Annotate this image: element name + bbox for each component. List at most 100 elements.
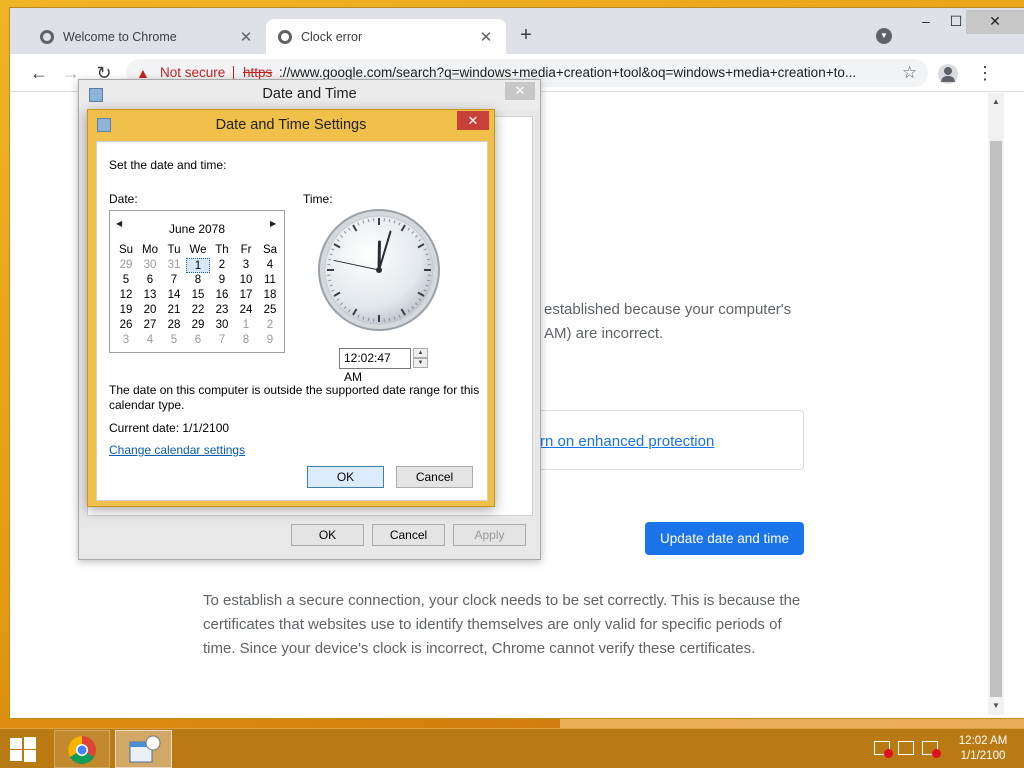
calendar-day[interactable]: 10 bbox=[234, 273, 258, 288]
change-calendar-settings-link[interactable]: Change calendar settings bbox=[109, 443, 245, 457]
taskbar-time: 12:02 AM bbox=[958, 735, 1008, 747]
calendar-day[interactable]: 12 bbox=[114, 288, 138, 303]
calendar-day[interactable]: 13 bbox=[138, 288, 162, 303]
cancel-button[interactable]: Cancel bbox=[396, 466, 473, 488]
update-date-time-button[interactable]: Update date and time bbox=[645, 522, 804, 555]
close-tab-icon[interactable]: ✕ bbox=[238, 28, 254, 46]
ok-button[interactable]: OK bbox=[307, 466, 384, 488]
calendar-day[interactable]: 29 bbox=[186, 318, 210, 333]
taskbar-clock[interactable]: 12:02 AM 1/1/2100 bbox=[948, 734, 1018, 764]
tab-clock-error[interactable]: Clock error ✕ bbox=[266, 19, 506, 54]
calendar-day[interactable]: 14 bbox=[162, 288, 186, 303]
month-calendar[interactable]: ◀ June 2078 ▶ Su Mo Tu We Th Fr Sa 29 30 31 1 2 3 4 5 6… bbox=[109, 210, 285, 353]
time-input[interactable]: 12:02:47 AM bbox=[339, 348, 411, 384]
calendar-day[interactable]: 5 bbox=[114, 273, 138, 288]
taskbar-chrome-button[interactable] bbox=[54, 730, 110, 768]
calendar-day[interactable]: 28 bbox=[162, 318, 186, 333]
dialog-title: Date and Time Settings bbox=[215, 117, 367, 133]
calendar-day[interactable]: 1 bbox=[234, 318, 258, 333]
weekday-label: Mo bbox=[142, 244, 158, 256]
calendar-day[interactable]: 17 bbox=[234, 288, 258, 303]
volume-muted-icon[interactable] bbox=[922, 741, 941, 758]
calendar-week-row: 5 6 7 8 9 10 11 bbox=[114, 273, 282, 288]
clock-explanation: To establish a secure connection, your c… bbox=[203, 592, 801, 657]
dialog-titlebar[interactable]: Date and Time ✕ bbox=[79, 80, 540, 110]
calendar-day[interactable]: 29 bbox=[114, 258, 138, 273]
apply-button[interactable]: Apply bbox=[453, 524, 526, 546]
calendar-day[interactable]: 8 bbox=[186, 273, 210, 288]
calendar-week-row: 12 13 14 15 16 17 18 bbox=[114, 288, 282, 303]
calendar-week-row: 26 27 28 29 30 1 2 bbox=[114, 318, 282, 333]
taskbar-date: 1/1/2100 bbox=[960, 750, 1006, 762]
weekday-label: Sa bbox=[262, 244, 278, 256]
calendar-day[interactable]: 16 bbox=[210, 288, 234, 303]
scroll-up-icon[interactable]: ▲ bbox=[988, 97, 1004, 106]
calendar-day[interactable]: 26 bbox=[114, 318, 138, 333]
calendar-day[interactable]: 6 bbox=[138, 273, 162, 288]
calendar-day[interactable]: 4 bbox=[138, 333, 162, 348]
calendar-day[interactable]: 2 bbox=[258, 318, 282, 333]
dialog-close-button[interactable]: ✕ bbox=[505, 82, 535, 100]
weekday-label: Tu bbox=[167, 244, 181, 256]
spin-up-icon[interactable]: ▲ bbox=[413, 348, 428, 358]
date-time-settings-dialog: Date and Time Settings ✕ Set the date an… bbox=[87, 109, 495, 507]
calendar-day[interactable]: 31 bbox=[162, 258, 186, 273]
weekday-label: We bbox=[189, 244, 207, 256]
close-tab-icon[interactable]: ✕ bbox=[478, 28, 494, 46]
cancel-button[interactable]: Cancel bbox=[372, 524, 445, 546]
calendar-day[interactable]: 27 bbox=[138, 318, 162, 333]
tab-welcome[interactable]: Welcome to Chrome ✕ bbox=[28, 19, 266, 54]
calendar-day[interactable]: 9 bbox=[210, 273, 234, 288]
calendar-day[interactable]: 7 bbox=[210, 333, 234, 348]
next-month-icon[interactable]: ▶ bbox=[270, 219, 276, 228]
profile-avatar-icon[interactable] bbox=[938, 64, 958, 84]
calendar-day[interactable]: 30 bbox=[138, 258, 162, 273]
time-spinner[interactable]: ▲ ▼ bbox=[413, 348, 428, 369]
calendar-day[interactable]: 24 bbox=[234, 303, 258, 318]
calendar-month-title[interactable]: June 2078 bbox=[110, 222, 284, 236]
calendar-day[interactable]: 25 bbox=[258, 303, 282, 318]
calendar-day[interactable]: 21 bbox=[162, 303, 186, 318]
calendar-day[interactable]: 20 bbox=[138, 303, 162, 318]
calendar-day[interactable]: 6 bbox=[186, 333, 210, 348]
new-tab-icon[interactable]: + bbox=[515, 24, 537, 47]
taskbar-date-time-button[interactable] bbox=[115, 730, 172, 768]
scroll-down-icon[interactable]: ▼ bbox=[988, 701, 1004, 710]
window-close-button[interactable]: ✕ bbox=[966, 10, 1024, 34]
bookmark-star-icon[interactable]: ☆ bbox=[902, 61, 917, 85]
ok-button[interactable]: OK bbox=[291, 524, 364, 546]
calendar-day[interactable]: 3 bbox=[114, 333, 138, 348]
windows-start-icon[interactable] bbox=[8, 736, 38, 762]
calendar-day[interactable]: 3 bbox=[234, 258, 258, 273]
enhanced-protection-link[interactable]: rn on enhanced protection bbox=[540, 433, 714, 450]
calendar-day[interactable]: 1 bbox=[186, 258, 210, 273]
calendar-day[interactable]: 22 bbox=[186, 303, 210, 318]
calendar-day[interactable]: 18 bbox=[258, 288, 282, 303]
calendar-day[interactable]: 11 bbox=[258, 273, 282, 288]
calendar-day[interactable]: 2 bbox=[210, 258, 234, 273]
calendar-day[interactable]: 4 bbox=[258, 258, 282, 273]
tab-search-icon[interactable]: ▼ bbox=[876, 28, 892, 44]
calendar-day[interactable]: 19 bbox=[114, 303, 138, 318]
clock-minute-tick bbox=[426, 258, 430, 261]
calendar-day[interactable]: 23 bbox=[210, 303, 234, 318]
back-arrow-icon[interactable]: ← bbox=[27, 61, 51, 85]
dialog-close-button[interactable]: ✕ bbox=[457, 111, 489, 130]
spin-down-icon[interactable]: ▼ bbox=[413, 358, 428, 368]
error-line-2: AM) are incorrect. bbox=[544, 325, 664, 342]
page-scrollbar[interactable]: ▲ ▼ bbox=[988, 93, 1004, 715]
dialog-body: Set the date and time: Date: Time: ◀ Jun… bbox=[96, 141, 488, 501]
calendar-day[interactable]: 5 bbox=[162, 333, 186, 348]
error-line-1: established because your computer's bbox=[544, 301, 792, 318]
scroll-thumb[interactable] bbox=[990, 141, 1002, 697]
calendar-week-row: 3456789 bbox=[114, 333, 282, 348]
calendar-day[interactable]: 30 bbox=[210, 318, 234, 333]
kebab-menu-icon[interactable]: ⋮ bbox=[976, 61, 994, 85]
action-center-flag-icon[interactable] bbox=[874, 741, 893, 758]
network-icon[interactable] bbox=[898, 741, 914, 755]
calendar-day[interactable]: 15 bbox=[186, 288, 210, 303]
calendar-day[interactable]: 7 bbox=[162, 273, 186, 288]
dialog-content: Set the date and time: Date: Time: ◀ Jun… bbox=[96, 141, 488, 501]
calendar-day[interactable]: 9 bbox=[258, 333, 282, 348]
calendar-day[interactable]: 8 bbox=[234, 333, 258, 348]
